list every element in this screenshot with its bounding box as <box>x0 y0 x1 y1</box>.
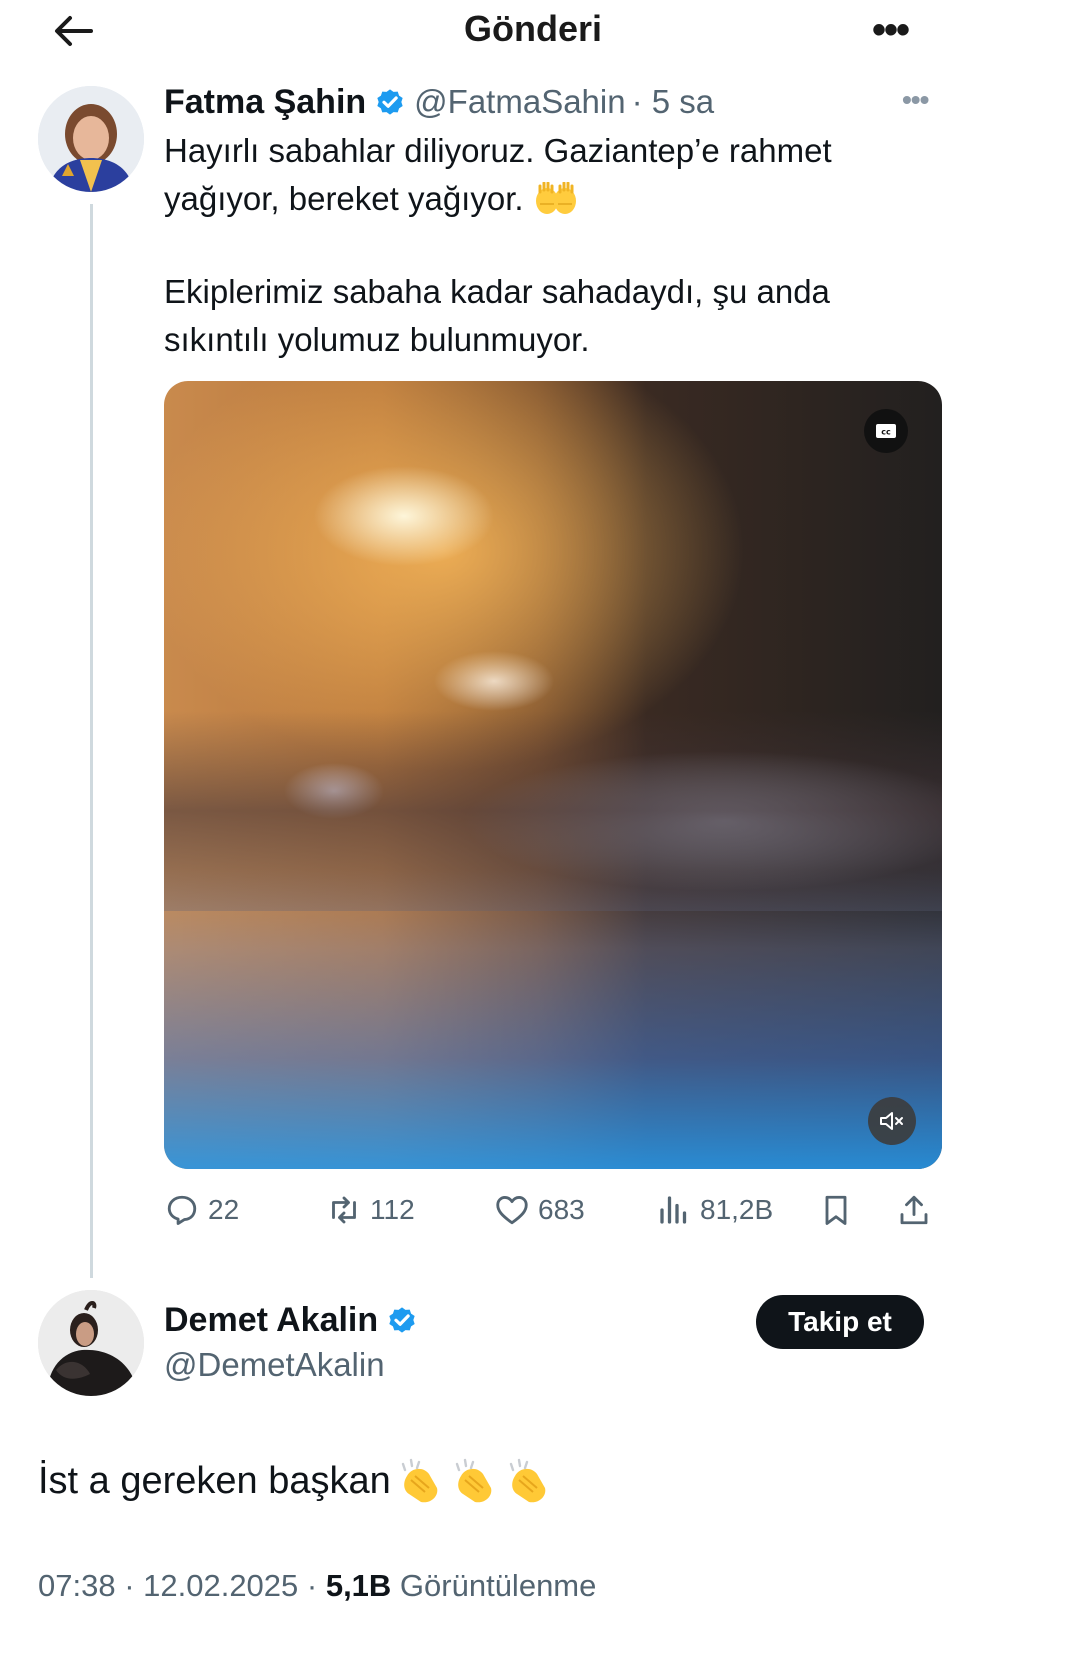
video-frame-overlay <box>164 711 942 911</box>
speaker-muted-icon <box>880 1112 903 1130</box>
reply-text: İst a gereken başkan <box>38 1456 553 1506</box>
follow-button[interactable]: Takip et <box>756 1295 924 1349</box>
tweet-text-line: yağıyor, bereket yağıyor. <box>164 175 578 223</box>
avatar[interactable] <box>38 86 144 192</box>
video-player[interactable]: cc <box>164 381 942 1169</box>
avatar-demet-image <box>38 1290 144 1396</box>
reply-icon <box>167 1195 197 1225</box>
views-button[interactable]: 81,2B <box>656 1188 773 1232</box>
thread-line <box>90 204 93 1278</box>
tweet-meta: 07:38 · 12.02.2025 · 5,1B Görüntülenme <box>38 1568 596 1604</box>
verified-badge-icon <box>377 89 403 115</box>
views-label: Görüntülenme <box>391 1568 597 1603</box>
tweet-text-line: Hayırlı sabahlar diliyoruz. Gaziantep’e … <box>164 132 832 169</box>
tweet-text-line: Ekiplerimiz sabaha kadar sahadaydı, şu a… <box>164 273 830 310</box>
raised-hands-emoji-icon <box>535 182 576 214</box>
reply-text-content: İst a gereken başkan <box>38 1459 391 1502</box>
author-name[interactable]: Fatma Şahin <box>164 83 366 122</box>
clapping-hands-emoji-icon <box>509 1458 546 1503</box>
closed-captions-icon: cc <box>876 424 896 438</box>
share-icon <box>900 1195 928 1225</box>
tweet-actions: 22 112 683 81,2B <box>164 1188 944 1232</box>
view-count: 81,2B <box>700 1194 774 1225</box>
captions-button[interactable]: cc <box>864 409 908 453</box>
clapping-hands-emoji-icon <box>455 1458 492 1503</box>
like-count: 683 <box>538 1194 585 1225</box>
like-button[interactable]: 683 <box>494 1188 585 1232</box>
tweet-time[interactable]: · 5 sa <box>632 83 715 121</box>
tweet-header: Fatma Şahin @FatmaSahin · 5 sa <box>164 80 714 124</box>
reply-count: 22 <box>208 1194 240 1225</box>
avatar[interactable] <box>38 1290 144 1396</box>
tweet-more-button[interactable]: ••• <box>902 84 942 115</box>
mute-button[interactable] <box>868 1097 916 1145</box>
tweet-text-line: sıkıntılı yolumuz bulunmuyor. <box>164 321 590 358</box>
tweet-text-segment: yağıyor, bereket yağıyor. <box>164 180 524 217</box>
author-name[interactable]: Demet Akalin <box>164 1301 378 1340</box>
analytics-icon <box>660 1196 687 1224</box>
timestamp[interactable]: 07:38 · 12.02.2025 · <box>38 1568 326 1603</box>
more-options-button[interactable]: ••• <box>860 8 920 52</box>
retweet-count: 112 <box>370 1194 415 1225</box>
views-count: 5,1B <box>325 1568 392 1603</box>
heart-icon <box>496 1195 528 1225</box>
share-button[interactable] <box>896 1188 932 1232</box>
author-handle[interactable]: @FatmaSahin <box>414 83 625 121</box>
bookmark-button[interactable] <box>818 1188 854 1232</box>
avatar-fatma-image <box>38 86 144 192</box>
svg-text:cc: cc <box>881 428 891 437</box>
verified-badge-icon <box>389 1307 415 1333</box>
retweet-icon <box>332 1196 356 1224</box>
reply-header: Demet Akalin <box>164 1296 426 1344</box>
bookmark-icon <box>825 1195 847 1225</box>
clapping-hands-emoji-icon <box>401 1458 438 1503</box>
top-bar: Gönderi ••• <box>0 0 1066 66</box>
reply-button[interactable]: 22 <box>164 1188 239 1232</box>
author-handle[interactable]: @DemetAkalin <box>164 1346 385 1384</box>
retweet-button[interactable]: 112 <box>326 1188 415 1232</box>
